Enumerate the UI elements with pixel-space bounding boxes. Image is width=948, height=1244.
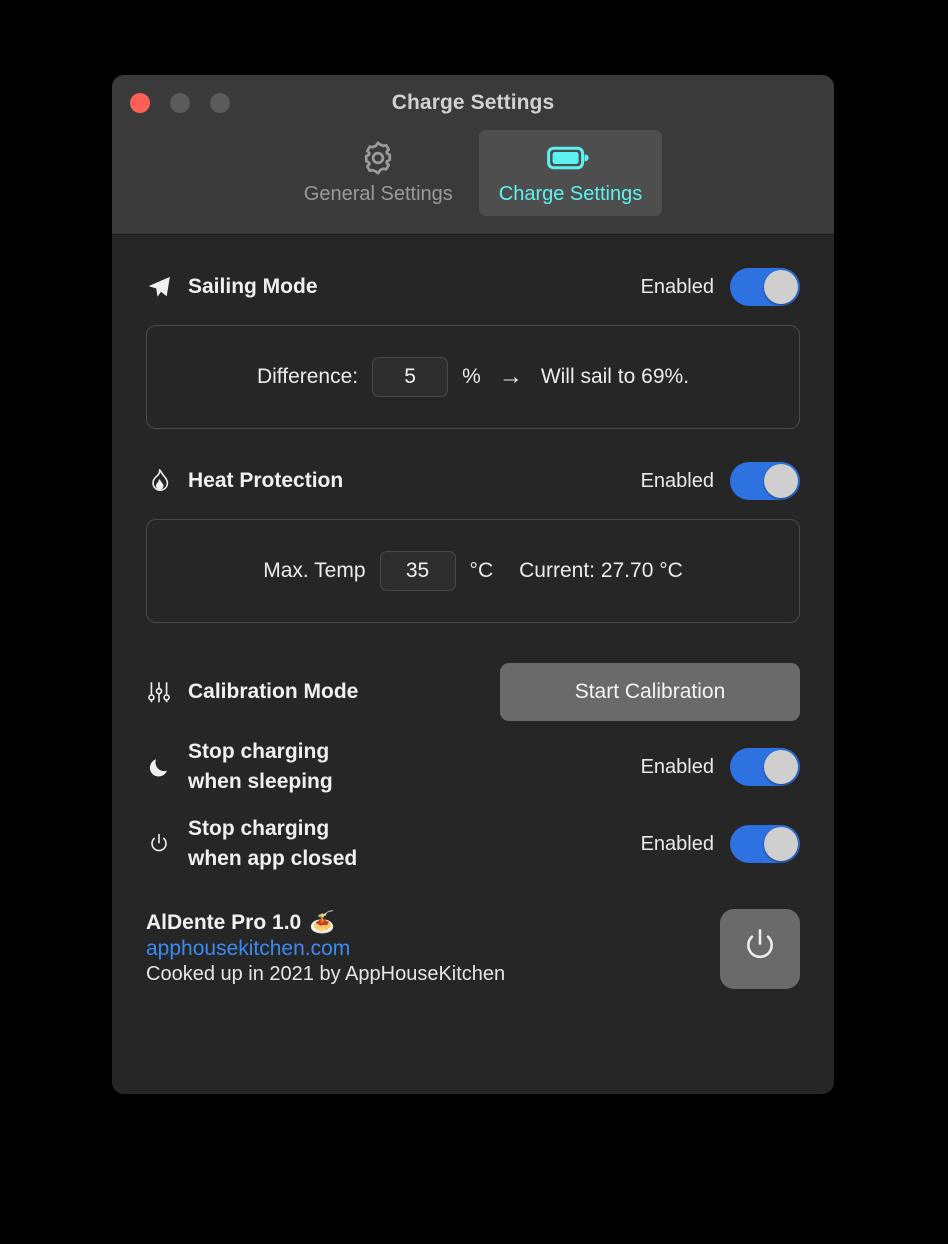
title-line-2: when app closed <box>188 847 358 871</box>
sail-result-text: Will sail to 69%. <box>540 365 690 388</box>
stop-charging-sleeping-title: Stop charging when sleeping <box>188 737 333 798</box>
current-temp-text: Current: 27.70 °C <box>519 559 683 582</box>
celsius-unit: °C <box>469 559 494 582</box>
flame-icon <box>146 468 172 494</box>
max-temp-label: Max. Temp <box>263 559 366 582</box>
max-temp-input[interactable]: 35 <box>379 551 456 591</box>
moon-icon <box>146 754 172 780</box>
website-link[interactable]: apphousekitchen.com <box>146 937 505 961</box>
app-name: AlDente Pro 1.0 🍝 <box>146 911 505 935</box>
heat-protection-row: Heat Protection Enabled <box>146 453 800 509</box>
calibration-mode-row: Calibration Mode Start Calibration <box>146 663 800 721</box>
difference-label: Difference: <box>256 365 359 388</box>
settings-body: Sailing Mode Enabled Difference: 5 % → W… <box>112 235 834 989</box>
sailing-mode-state-label: Enabled <box>640 275 714 298</box>
stop-charging-sleeping-row: Stop charging when sleeping Enabled <box>146 737 800 798</box>
stop-charging-app-closed-state-label: Enabled <box>640 832 714 855</box>
app-credit: Cooked up in 2021 by AppHouseKitchen <box>146 963 506 986</box>
heat-protection-state-label: Enabled <box>640 469 714 492</box>
power-icon <box>146 831 172 857</box>
battery-icon <box>547 138 593 178</box>
arrow-right-icon: → <box>498 363 523 390</box>
title-line-1: Stop charging <box>188 816 330 840</box>
stop-charging-app-closed-toggle[interactable] <box>730 825 800 864</box>
title-line-1: Stop charging <box>188 740 330 763</box>
toggle-knob <box>764 827 798 862</box>
sailing-mode-panel: Difference: 5 % → Will sail to 69%. <box>146 325 800 429</box>
toggle-knob <box>764 464 798 498</box>
title-line-2: when sleeping <box>188 770 333 794</box>
quit-power-button[interactable] <box>720 908 800 989</box>
heat-protection-title: Heat Protection <box>188 468 344 492</box>
sailing-mode-toggle[interactable] <box>730 268 800 306</box>
app-window: Charge Settings General Settings Charge … <box>112 75 834 1094</box>
start-calibration-button[interactable]: Start Calibration <box>500 663 800 721</box>
tab-charge-settings[interactable]: Charge Settings <box>478 130 663 216</box>
spaghetti-icon: 🍝 <box>309 911 336 935</box>
toggle-knob <box>764 270 798 304</box>
tab-general-settings[interactable]: General Settings <box>284 130 473 216</box>
sliders-icon <box>146 679 172 705</box>
stop-charging-app-closed-title: Stop charging when app closed <box>188 814 357 875</box>
gear-icon <box>359 138 397 178</box>
power-icon <box>740 926 780 971</box>
sailing-mode-title: Sailing Mode <box>188 274 318 298</box>
tab-charge-settings-label: Charge Settings <box>498 183 643 205</box>
sailing-mode-row: Sailing Mode Enabled <box>146 259 800 315</box>
calibration-mode-title: Calibration Mode <box>188 679 359 703</box>
stop-charging-app-closed-row: Stop charging when app closed Enabled <box>146 814 800 875</box>
stop-charging-sleeping-toggle[interactable] <box>730 748 800 787</box>
app-name-text: AlDente Pro 1.0 <box>146 911 302 935</box>
tab-bar: General Settings Charge Settings <box>112 130 834 216</box>
toggle-knob <box>764 750 798 785</box>
heat-protection-toggle[interactable] <box>730 462 800 500</box>
title-bar: Charge Settings General Settings Charge … <box>112 75 834 235</box>
app-footer: AlDente Pro 1.0 🍝 apphousekitchen.com Co… <box>146 875 800 989</box>
heat-protection-panel: Max. Temp 35 °C Current: 27.70 °C <box>146 519 800 623</box>
percent-unit: % <box>462 365 481 388</box>
stop-charging-sleeping-state-label: Enabled <box>640 755 714 778</box>
window-title: Charge Settings <box>391 91 555 114</box>
paper-plane-icon <box>146 274 172 300</box>
tab-general-settings-label: General Settings <box>303 183 453 205</box>
difference-input[interactable]: 5 <box>372 357 449 397</box>
